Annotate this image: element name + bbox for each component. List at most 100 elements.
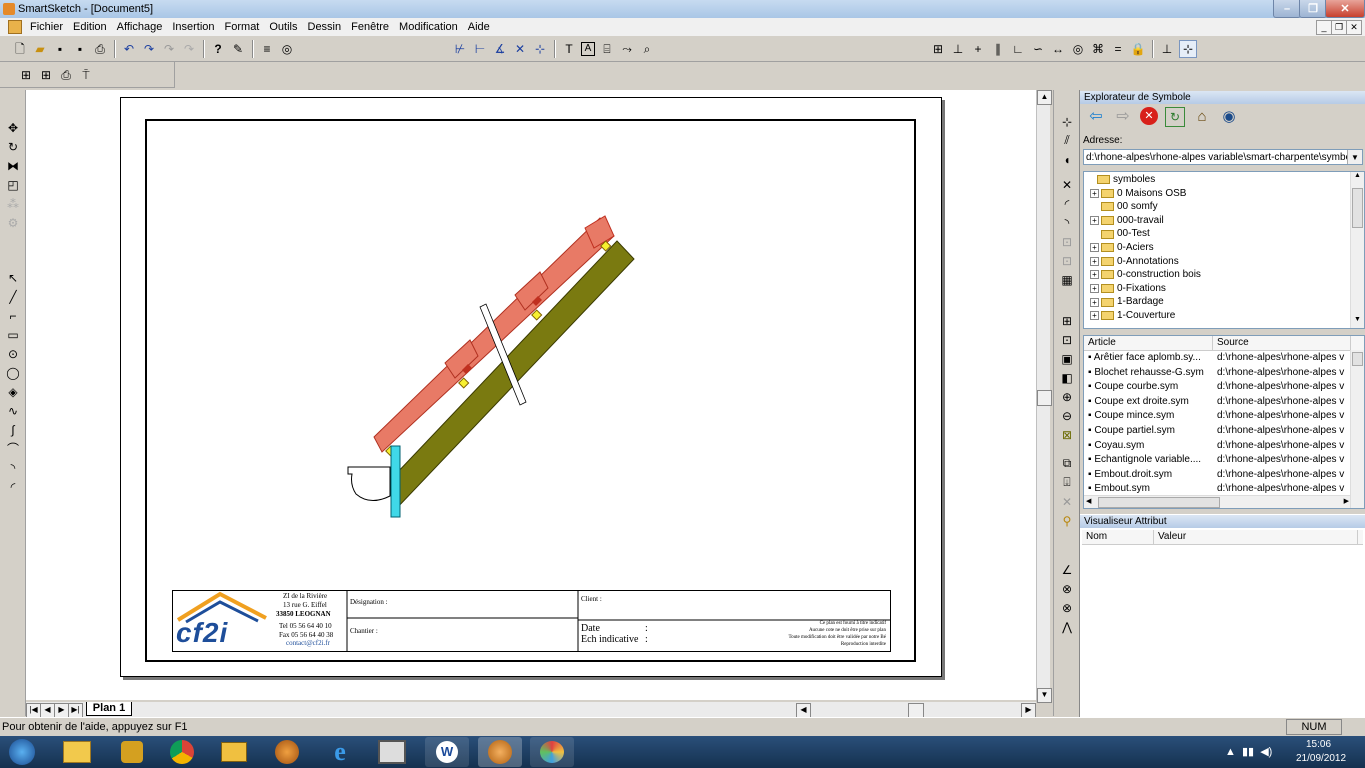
- symbol-list-item[interactable]: ▪ Embout.droit.sym d:\rhone-alpes\rhone-a…: [1084, 468, 1364, 483]
- tree-folder-item[interactable]: +0 Maisons OSB: [1084, 187, 1364, 201]
- taskbar-explorer[interactable]: [55, 737, 99, 767]
- library-icon[interactable]: ⧉: [1054, 454, 1080, 473]
- start-button[interactable]: [2, 737, 42, 767]
- fit-icon[interactable]: ⊡: [1054, 330, 1080, 349]
- fascia-board[interactable]: [390, 445, 401, 518]
- symbol-list-item[interactable]: ▪ Coupe ext droite.sym d:\rhone-alpes\rho…: [1084, 395, 1364, 410]
- zoom-out-icon[interactable]: ⊖: [1054, 406, 1080, 425]
- forward-arrow-icon[interactable]: ⇨: [1113, 107, 1133, 127]
- tree-folder-item[interactable]: +1-Bardage: [1084, 295, 1364, 309]
- tab-first-button[interactable]: |◀: [26, 703, 41, 718]
- tree-expander-icon[interactable]: +: [1090, 188, 1099, 198]
- tree-folder-item[interactable]: 00 somfy: [1084, 200, 1364, 214]
- angle-icon[interactable]: ∠: [1054, 560, 1080, 579]
- symbol-list[interactable]: Article Source ▪ Arêtier face aplomb.sy.…: [1083, 335, 1365, 509]
- hscroll-thumb[interactable]: [908, 703, 924, 718]
- zoom-fit-icon[interactable]: ⊠: [1054, 425, 1080, 444]
- column-source[interactable]: Source: [1213, 336, 1351, 350]
- tab-next-button[interactable]: ▶: [54, 703, 69, 718]
- tree-scroll-down-icon[interactable]: ▼: [1351, 316, 1364, 328]
- taskbar-app-4[interactable]: [212, 737, 256, 767]
- list-hscrollbar[interactable]: ◀ ▶: [1084, 495, 1351, 508]
- clock-date[interactable]: 21/09/2012: [1296, 753, 1346, 764]
- zoom-area-icon[interactable]: ⊞: [1054, 311, 1080, 330]
- taskbar-app-5[interactable]: [265, 737, 309, 767]
- column-valeur[interactable]: Valeur: [1154, 530, 1358, 544]
- taskbar-paint[interactable]: [530, 737, 574, 767]
- tree-expander-icon[interactable]: +: [1090, 270, 1099, 280]
- search-icon[interactable]: ⚲: [1054, 511, 1080, 530]
- symbol-folder-tree[interactable]: symboles +0 Maisons OSB 00 somfy +000-trava…: [1083, 171, 1365, 329]
- hatch-icon[interactable]: ▦: [1054, 270, 1080, 289]
- hscroll-right-button[interactable]: ▶: [1021, 703, 1036, 718]
- tree-expander-icon[interactable]: +: [1090, 284, 1099, 294]
- tree-expander-icon[interactable]: [1090, 202, 1099, 211]
- tree-folder-item[interactable]: +0-Aciers: [1084, 241, 1364, 255]
- insert-point-icon[interactable]: ⊹: [1054, 112, 1080, 131]
- list-vscrollbar[interactable]: [1350, 350, 1364, 508]
- tab-prev-button[interactable]: ◀: [40, 703, 55, 718]
- tree-scroll-thumb[interactable]: [1352, 188, 1363, 228]
- tree-scrollbar[interactable]: ▲ ▼: [1350, 172, 1364, 328]
- tab-plan-1[interactable]: Plan 1: [86, 702, 132, 716]
- scroll-down-button[interactable]: ▼: [1037, 688, 1052, 703]
- tab-last-button[interactable]: ▶|: [68, 703, 83, 718]
- taskbar-ie[interactable]: e: [318, 737, 362, 767]
- address-field[interactable]: d:\rhone-alpes\rhone-alpes variable\smar…: [1083, 149, 1363, 165]
- tree-folder-item[interactable]: 00-Test: [1084, 227, 1364, 241]
- taskbar-app-2[interactable]: [110, 737, 154, 767]
- symbol-list-item[interactable]: ▪ Coupe partiel.sym d:\rhone-alpes\rhone-…: [1084, 424, 1364, 439]
- tree-expander-icon[interactable]: +: [1090, 256, 1099, 266]
- offset-icon[interactable]: ⫽: [1054, 131, 1080, 150]
- taskbar-app-8[interactable]: W: [425, 737, 469, 767]
- home-icon[interactable]: ⌂: [1192, 107, 1212, 127]
- back-arrow-icon[interactable]: ⇦: [1086, 107, 1106, 127]
- list-scroll-left-icon[interactable]: ◀: [1086, 496, 1091, 508]
- refresh-icon[interactable]: ↻: [1165, 107, 1185, 127]
- tree-expander-icon[interactable]: +: [1090, 297, 1099, 307]
- tray-icons[interactable]: ▲ ▮▮ ◀): [1225, 745, 1272, 758]
- symbol-list-item[interactable]: ▪ Echantignole variable.... d:\rhone-alpe…: [1084, 453, 1364, 468]
- symbol-list-item[interactable]: ▪ Coyau.sym d:\rhone-alpes\rhone-alpes v: [1084, 439, 1364, 454]
- tree-folder-item[interactable]: +0-construction bois: [1084, 268, 1364, 282]
- zoom-in-icon[interactable]: ⊕: [1054, 387, 1080, 406]
- taskbar-smartsketch[interactable]: [478, 737, 522, 767]
- vertical-scrollbar[interactable]: ▲ ▼: [1036, 90, 1052, 703]
- tree-folder-item[interactable]: +000-travail: [1084, 214, 1364, 228]
- scroll-thumb[interactable]: [1037, 390, 1052, 406]
- symbol-list-item[interactable]: ▪ Coupe courbe.sym d:\rhone-alpes\rhone-a…: [1084, 380, 1364, 395]
- tree-expander-icon[interactable]: [1090, 230, 1099, 239]
- tree-folder-item[interactable]: +0-Fixations: [1084, 282, 1364, 296]
- fillet-icon[interactable]: ◜: [1054, 194, 1080, 213]
- tree-folder-item[interactable]: +0-Annotations: [1084, 255, 1364, 269]
- pan-icon[interactable]: ▣: [1054, 349, 1080, 368]
- hatch-fill-icon[interactable]: ⊗: [1054, 598, 1080, 617]
- column-article[interactable]: Article: [1084, 336, 1213, 350]
- tree-scroll-up-icon[interactable]: ▲: [1351, 172, 1364, 184]
- symbol-list-item[interactable]: ▪ Coupe mince.sym d:\rhone-alpes\rhone-al…: [1084, 409, 1364, 424]
- list-hscroll-thumb[interactable]: [1098, 497, 1220, 508]
- tree-expander-icon[interactable]: +: [1090, 216, 1099, 226]
- tree-expander-icon[interactable]: +: [1090, 311, 1099, 321]
- address-dropdown-icon[interactable]: ▼: [1347, 150, 1362, 164]
- hscroll-left-button[interactable]: ◀: [796, 703, 811, 718]
- gutter[interactable]: [347, 466, 391, 501]
- list-vscroll-thumb[interactable]: [1352, 352, 1363, 366]
- taskbar-chrome[interactable]: [160, 737, 204, 767]
- tree-expander-icon[interactable]: +: [1090, 243, 1099, 253]
- globe-search-icon[interactable]: ◉: [1219, 107, 1239, 127]
- symbol-list-item[interactable]: ▪ Blochet rehausse-G.sym d:\rhone-alpes\r…: [1084, 366, 1364, 381]
- symbol-list-item[interactable]: ▪ Arêtier face aplomb.sy... d:\rhone-alpe…: [1084, 351, 1364, 366]
- insert-symbol-icon[interactable]: ⍗: [1054, 473, 1080, 492]
- horizontal-scrollbar[interactable]: |◀ ◀ ▶ ▶| Plan 1 ◀ ▶: [26, 702, 1036, 718]
- scroll-up-button[interactable]: ▲: [1037, 90, 1052, 105]
- delete-icon[interactable]: ✕: [1054, 492, 1080, 511]
- trim-icon[interactable]: ◖: [1054, 150, 1080, 169]
- split-icon[interactable]: ⊡: [1054, 251, 1080, 270]
- stop-icon[interactable]: ✕: [1140, 107, 1158, 125]
- cross-icon[interactable]: ✕: [1054, 175, 1080, 194]
- clock-time[interactable]: 15:06: [1306, 739, 1331, 750]
- tree-folder-item[interactable]: +1-Couverture: [1084, 309, 1364, 323]
- column-nom[interactable]: Nom: [1082, 530, 1154, 544]
- tree-folder-item[interactable]: symboles: [1084, 173, 1364, 187]
